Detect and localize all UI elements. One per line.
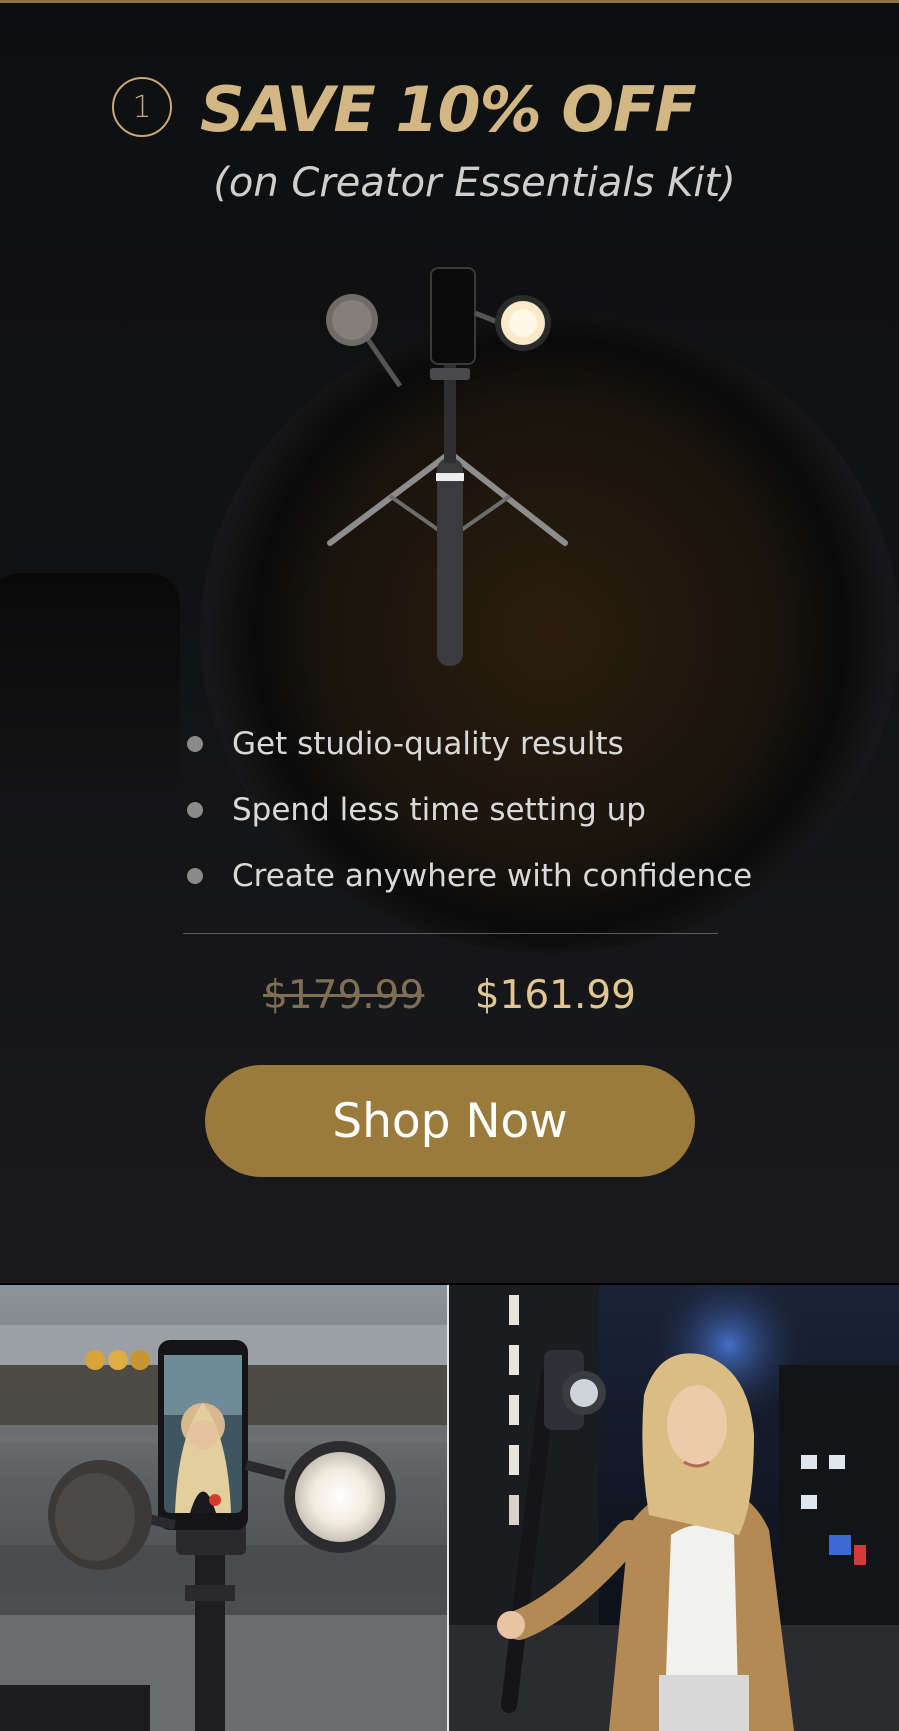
promo-section: 1 SAVE 10% OFF (on Creator Essentials Ki… <box>0 3 899 1285</box>
benefit-text: Get studio-quality results <box>232 726 624 762</box>
promo-title: SAVE 10% OFF <box>200 73 697 146</box>
benefit-text: Create anywhere with confidence <box>232 858 753 894</box>
product-image <box>326 267 568 666</box>
lifestyle-photo-right <box>449 1285 899 1731</box>
shop-now-button[interactable]: Shop Now <box>205 1065 695 1177</box>
original-price: $179.99 <box>263 973 425 1018</box>
list-item: Spend less time setting up <box>183 777 803 843</box>
list-item: Create anywhere with confidence <box>183 843 803 909</box>
phone <box>430 267 476 365</box>
list-item: Get studio-quality results <box>183 711 803 777</box>
bullet-dot-icon <box>187 868 203 884</box>
lifestyle-photo-left <box>0 1285 447 1731</box>
benefit-text: Spend less time setting up <box>232 792 646 828</box>
promo-subtitle: (on Creator Essentials Kit) <box>213 160 736 206</box>
sale-price: $161.99 <box>474 973 636 1018</box>
phone-rig-photo <box>0 1285 447 1731</box>
background-shape <box>0 573 180 803</box>
bullet-dot-icon <box>187 736 203 752</box>
benefits-list: Get studio-quality results Spend less ti… <box>183 711 803 909</box>
woman-filming-photo <box>449 1285 899 1731</box>
step-number: 1 <box>132 89 152 125</box>
tripod-handle <box>437 458 463 666</box>
divider <box>183 933 718 934</box>
bullet-dot-icon <box>187 802 203 818</box>
step-number-badge: 1 <box>112 77 172 137</box>
price-row: $179.99 $161.99 <box>0 973 899 1018</box>
